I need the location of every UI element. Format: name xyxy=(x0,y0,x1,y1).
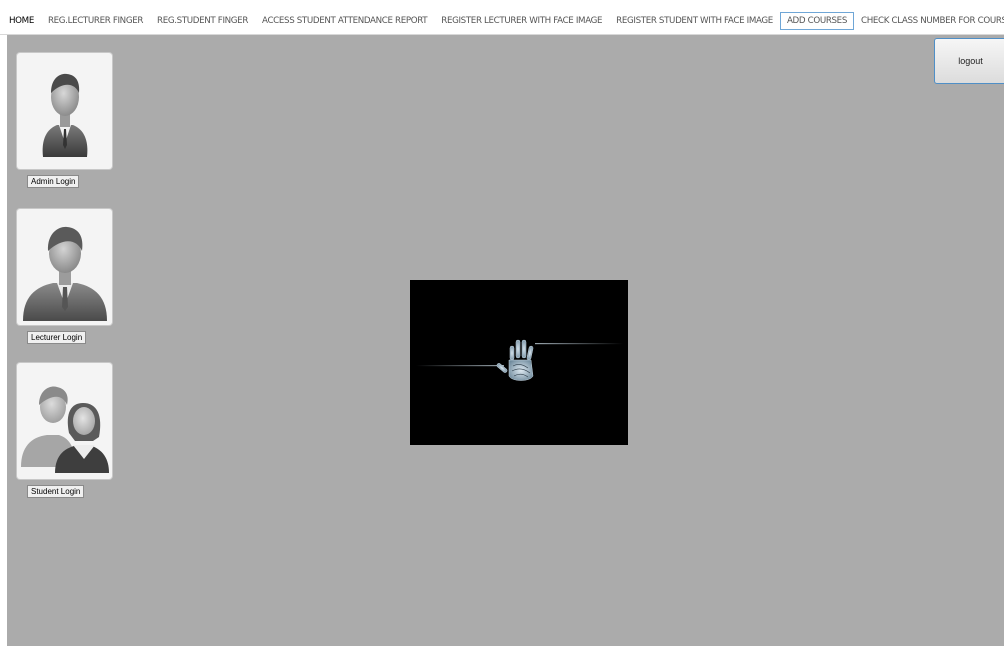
menu-home[interactable]: HOME xyxy=(2,12,41,30)
student-login-label[interactable]: Student Login xyxy=(27,485,85,498)
menu-add-courses[interactable]: ADD COURSES xyxy=(779,12,854,30)
hand-scan-icon xyxy=(416,339,623,381)
app-window: HOME REG.LECTURER FINGER REG.STUDENT FIN… xyxy=(0,0,1004,646)
admin-login-label[interactable]: Admin Login xyxy=(27,175,80,188)
menu-register-student-face[interactable]: REGISTER STUDENT WITH FACE IMAGE xyxy=(609,12,780,30)
admin-avatar-icon xyxy=(42,73,88,157)
menu-reg-lecturer-finger[interactable]: REG.LECTURER FINGER xyxy=(41,12,150,30)
admin-login-tile[interactable] xyxy=(17,53,112,169)
main-panel: Admin Login Lecturer Login Student Login… xyxy=(7,35,1004,646)
student-avatar-icon xyxy=(21,386,109,473)
menu-reg-student-finger[interactable]: REG.STUDENT FINGER xyxy=(150,12,255,30)
lecturer-avatar-icon xyxy=(23,226,107,321)
lecturer-login-tile[interactable] xyxy=(17,209,112,325)
menu-access-attendance-report[interactable]: ACCESS STUDENT ATTENDANCE REPORT xyxy=(255,12,434,30)
menu-check-class-number[interactable]: CHECK CLASS NUMBER FOR COURS xyxy=(854,12,1004,30)
lecturer-login-label[interactable]: Lecturer Login xyxy=(27,331,87,344)
menu-register-lecturer-face[interactable]: REGISTER LECTURER WITH FACE IMAGE xyxy=(434,12,609,30)
hand-scanner-image xyxy=(410,280,628,445)
menu-bar: HOME REG.LECTURER FINGER REG.STUDENT FIN… xyxy=(0,0,1004,35)
menu-row: HOME REG.LECTURER FINGER REG.STUDENT FIN… xyxy=(2,12,1004,30)
student-login-tile[interactable] xyxy=(17,363,112,479)
logout-button[interactable]: logout xyxy=(934,38,1004,84)
